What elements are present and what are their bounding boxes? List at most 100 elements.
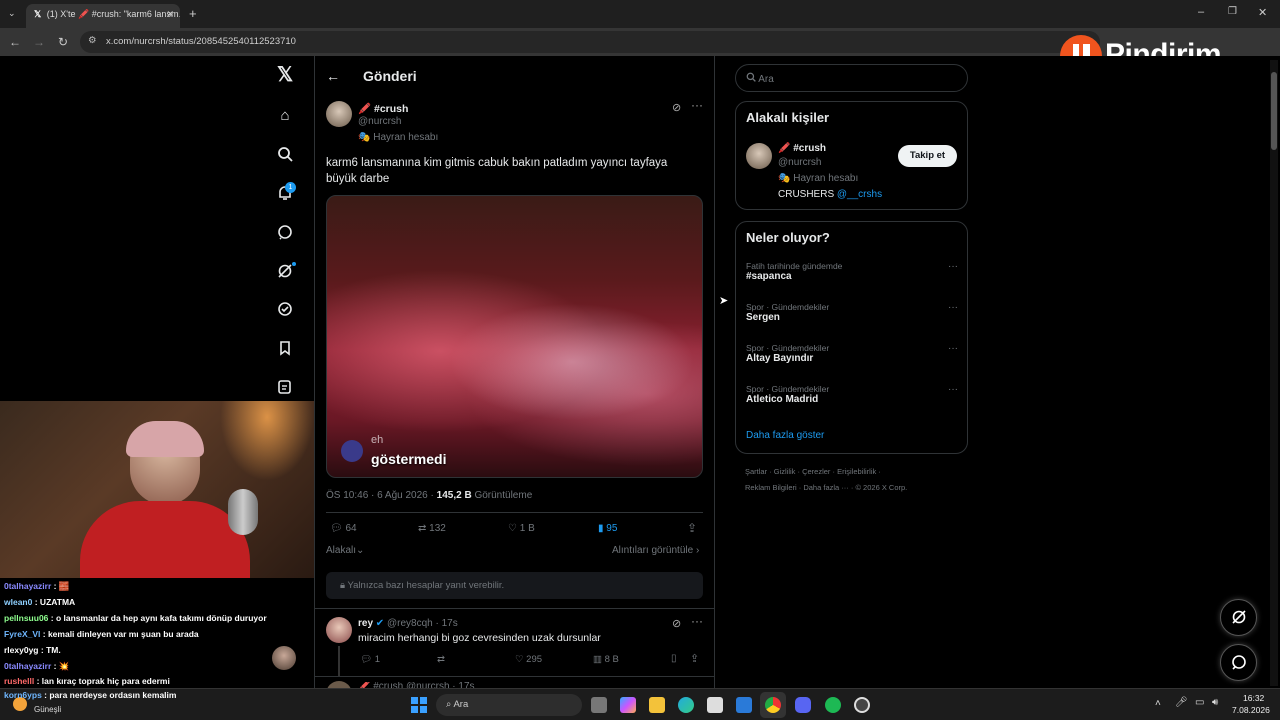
footer-links-2[interactable]: Reklam Bilgileri · Daha fazla ··· · © 20…	[745, 483, 907, 492]
task-view-icon[interactable]	[591, 697, 607, 713]
search-icon[interactable]	[276, 146, 294, 164]
obs-icon[interactable]	[854, 697, 870, 713]
messages-icon[interactable]	[276, 224, 294, 242]
trend-item[interactable]: Spor · Gündemdekiler Sergen ···	[746, 302, 958, 332]
reply-like-action[interactable]: ♡ 295	[515, 654, 542, 665]
bookmark-action[interactable]: ▮ 95	[598, 523, 617, 534]
post-time: ÖS 10:46 · 6 Ağu 2026 ·	[326, 490, 434, 501]
verified-icon[interactable]	[276, 301, 294, 319]
trend-more-icon[interactable]: ···	[948, 261, 958, 272]
minimize-icon[interactable]: –	[1198, 6, 1204, 18]
taskbar-search-label: Ara	[453, 699, 469, 710]
page-title: Gönderi	[363, 68, 417, 84]
x-favicon-icon: 𝕏	[34, 9, 42, 19]
mail-icon[interactable]	[736, 697, 752, 713]
chat-user: FyreX_Vl	[4, 629, 41, 639]
weather-label[interactable]: Güneşli	[34, 705, 61, 714]
chrome-icon[interactable]	[765, 697, 781, 713]
search-box[interactable]: Ara	[735, 64, 968, 92]
grok-float-button[interactable]	[1220, 599, 1257, 636]
back-icon[interactable]: ←	[7, 34, 23, 50]
chat-line: 0talhayazirr : 🧱	[4, 581, 69, 592]
author-name[interactable]: 🖍️ #crush	[358, 102, 408, 115]
start-button-icon[interactable]	[411, 697, 427, 713]
edge-icon[interactable]	[678, 697, 694, 713]
browser-tab[interactable]: 𝕏 (1) X'te 🖍️ #crush: "karm6 lansm… ✕	[26, 4, 180, 28]
volume-icon[interactable]: 🔊︎	[1212, 697, 1218, 708]
x-logo-icon[interactable]: 𝕏	[276, 65, 294, 85]
taskbar-search-icon: ⌕	[446, 699, 452, 710]
messages-float-button[interactable]	[1220, 644, 1257, 681]
maximize-icon[interactable]: ❐	[1228, 6, 1237, 17]
clock-time[interactable]: 16:32	[1243, 693, 1264, 703]
trend-more-icon[interactable]: ···	[948, 343, 958, 354]
chat-line: rlexy0yg : TM.	[4, 645, 61, 655]
tray-chevron-icon[interactable]: ˄	[1155, 698, 1161, 709]
forward-icon[interactable]: →	[31, 34, 47, 50]
tab-list-chevron-icon[interactable]: ⌄	[8, 8, 16, 19]
share-icon[interactable]: ⇪	[687, 521, 697, 535]
scrollbar-thumb[interactable]	[1271, 72, 1277, 150]
related-name[interactable]: 🖍️ #crush	[778, 143, 826, 154]
network-icon[interactable]: ▭	[1195, 697, 1204, 708]
bookmarks-icon[interactable]	[276, 340, 294, 358]
sort-dropdown[interactable]: Alakalı⌄	[326, 545, 364, 556]
reply-more-icon[interactable]: ···	[691, 614, 703, 628]
clock-date[interactable]: 7.08.2026	[1232, 705, 1270, 715]
reply-views-action[interactable]: ▥ 8 B	[593, 654, 619, 665]
reply-reply-action[interactable]: 💬︎ 1	[360, 654, 380, 665]
related-avatar[interactable]	[746, 143, 772, 169]
trend-item[interactable]: Spor · Gündemdekiler Atletico Madrid ···	[746, 384, 958, 414]
follow-button[interactable]: Takip et	[898, 145, 957, 167]
url-text: x.com/nurcrsh/status/2085452540112523710	[106, 36, 296, 47]
reply-share-icon[interactable]: ⇪	[690, 652, 699, 665]
store-icon[interactable]	[707, 697, 723, 713]
tab-close-icon[interactable]: ✕	[166, 9, 174, 20]
reply-author-name[interactable]: rey	[358, 618, 373, 629]
discord-icon[interactable]	[795, 697, 811, 713]
post-video[interactable]: eh göstermedi	[326, 195, 703, 478]
chat-user: 0talhayazirr	[4, 661, 52, 671]
chat-user: rlexy0yg	[4, 645, 39, 655]
file-explorer-icon[interactable]	[649, 697, 665, 713]
related-handle[interactable]: @nurcrsh	[778, 157, 822, 168]
grok-post-icon[interactable]: ⊘	[672, 101, 681, 114]
taskbar-search[interactable]: ⌕ Ara	[436, 694, 582, 716]
author-avatar[interactable]	[326, 101, 352, 127]
reply-repost-icon[interactable]: ⇄	[437, 654, 445, 665]
reply-action[interactable]: 💬︎ 64	[330, 523, 357, 534]
new-tab-icon[interactable]: +	[189, 6, 197, 21]
page-scrollbar[interactable]	[1270, 60, 1278, 686]
home-icon[interactable]: ⌂	[276, 107, 294, 125]
compose-icon[interactable]	[276, 379, 294, 397]
reply-avatar[interactable]	[326, 617, 352, 643]
repost-action[interactable]: ⇄ 132	[418, 523, 446, 534]
reply-bookmark-icon[interactable]: ▯	[671, 653, 677, 664]
related-bio-link[interactable]: @__crshs	[837, 189, 882, 200]
trend-subtitle: Spor · Gündemdekiler	[746, 302, 830, 312]
post-separator	[326, 512, 703, 513]
reply-grok-icon[interactable]: ⊘	[672, 617, 681, 630]
author-handle[interactable]: @nurcrsh	[358, 116, 402, 127]
reply-count: 64	[345, 523, 357, 534]
trend-item[interactable]: Fatih tarihinde gündemde #sapanca ···	[746, 261, 958, 291]
trend-more-icon[interactable]: ···	[948, 302, 958, 313]
chat-message: : para nerdeyse ordasın kemalim	[44, 690, 177, 700]
spotify-icon[interactable]	[825, 697, 841, 713]
site-info-icon[interactable]: ⚙	[88, 35, 97, 46]
trend-item[interactable]: Spor · Gündemdekiler Altay Bayındır ···	[746, 343, 958, 373]
quotes-link[interactable]: Alıntıları görüntüle ›	[612, 545, 699, 556]
close-window-icon[interactable]: ✕	[1258, 6, 1267, 19]
url-field[interactable]: ⚙ x.com/nurcrsh/status/20854525401125237…	[80, 31, 1100, 53]
chevron-right-icon: ›	[695, 545, 700, 556]
trends-show-more[interactable]: Daha fazla göster	[746, 430, 824, 441]
header-back-icon[interactable]: ←	[326, 68, 340, 84]
footer-links-1[interactable]: Şartlar · Gizlilik · Çerezler · Erişileb…	[745, 467, 881, 476]
more-options-icon[interactable]: ···	[691, 98, 703, 112]
trend-more-icon[interactable]: ···	[948, 384, 958, 395]
grok-icon[interactable]	[276, 263, 294, 281]
like-action[interactable]: ♡ 1 B	[508, 523, 535, 534]
copilot-icon[interactable]	[620, 697, 636, 713]
reload-icon[interactable]: ↻	[55, 34, 71, 50]
microphone-icon[interactable]: 🎤︎	[1175, 697, 1188, 708]
